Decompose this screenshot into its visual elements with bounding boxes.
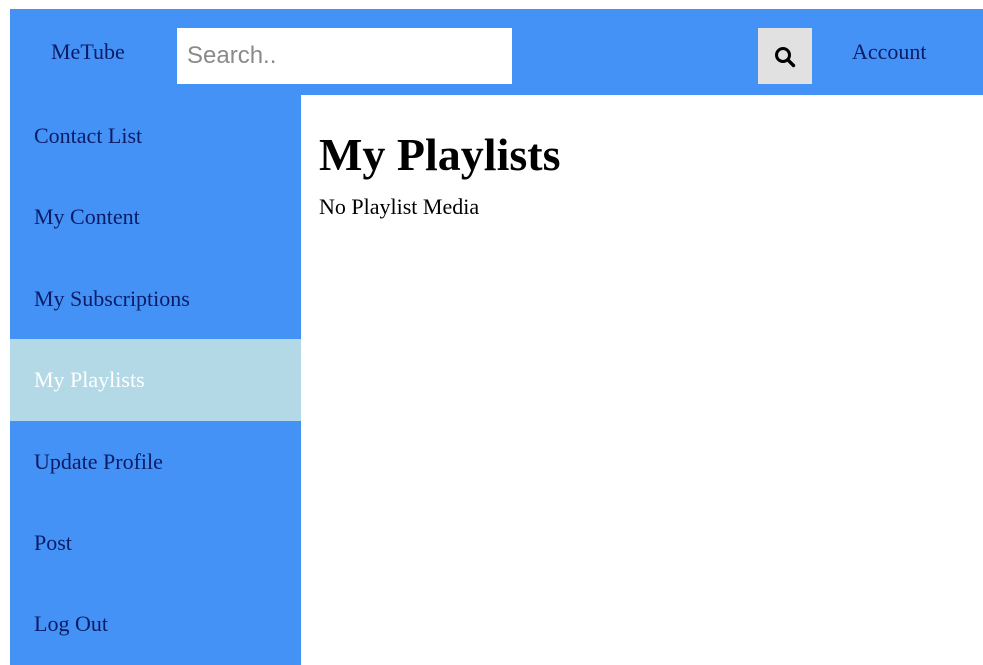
brand-link[interactable]: MeTube — [51, 39, 125, 65]
sidebar-item-contact-list[interactable]: Contact List — [10, 95, 301, 176]
sidebar-item-post[interactable]: Post — [10, 502, 301, 583]
main-content: My Playlists No Playlist Media — [301, 95, 983, 665]
top-navbar: MeTube Account — [10, 9, 983, 95]
sidebar-item-my-playlists[interactable]: My Playlists — [10, 339, 301, 421]
sidebar-item-update-profile[interactable]: Update Profile — [10, 421, 301, 502]
account-link[interactable]: Account — [852, 39, 927, 65]
page-title: My Playlists — [319, 129, 561, 180]
sidebar-item-log-out[interactable]: Log Out — [10, 583, 301, 664]
sidebar-item-my-subscriptions[interactable]: My Subscriptions — [10, 258, 301, 339]
sidebar-item-my-content[interactable]: My Content — [10, 176, 301, 257]
empty-playlist-message: No Playlist Media — [319, 194, 480, 220]
search-button[interactable] — [758, 28, 812, 84]
sidebar: Contact List My Content My Subscriptions… — [10, 95, 301, 665]
search-input[interactable] — [177, 28, 512, 84]
app-frame: MeTube Account Contact List My Content M… — [10, 9, 983, 665]
